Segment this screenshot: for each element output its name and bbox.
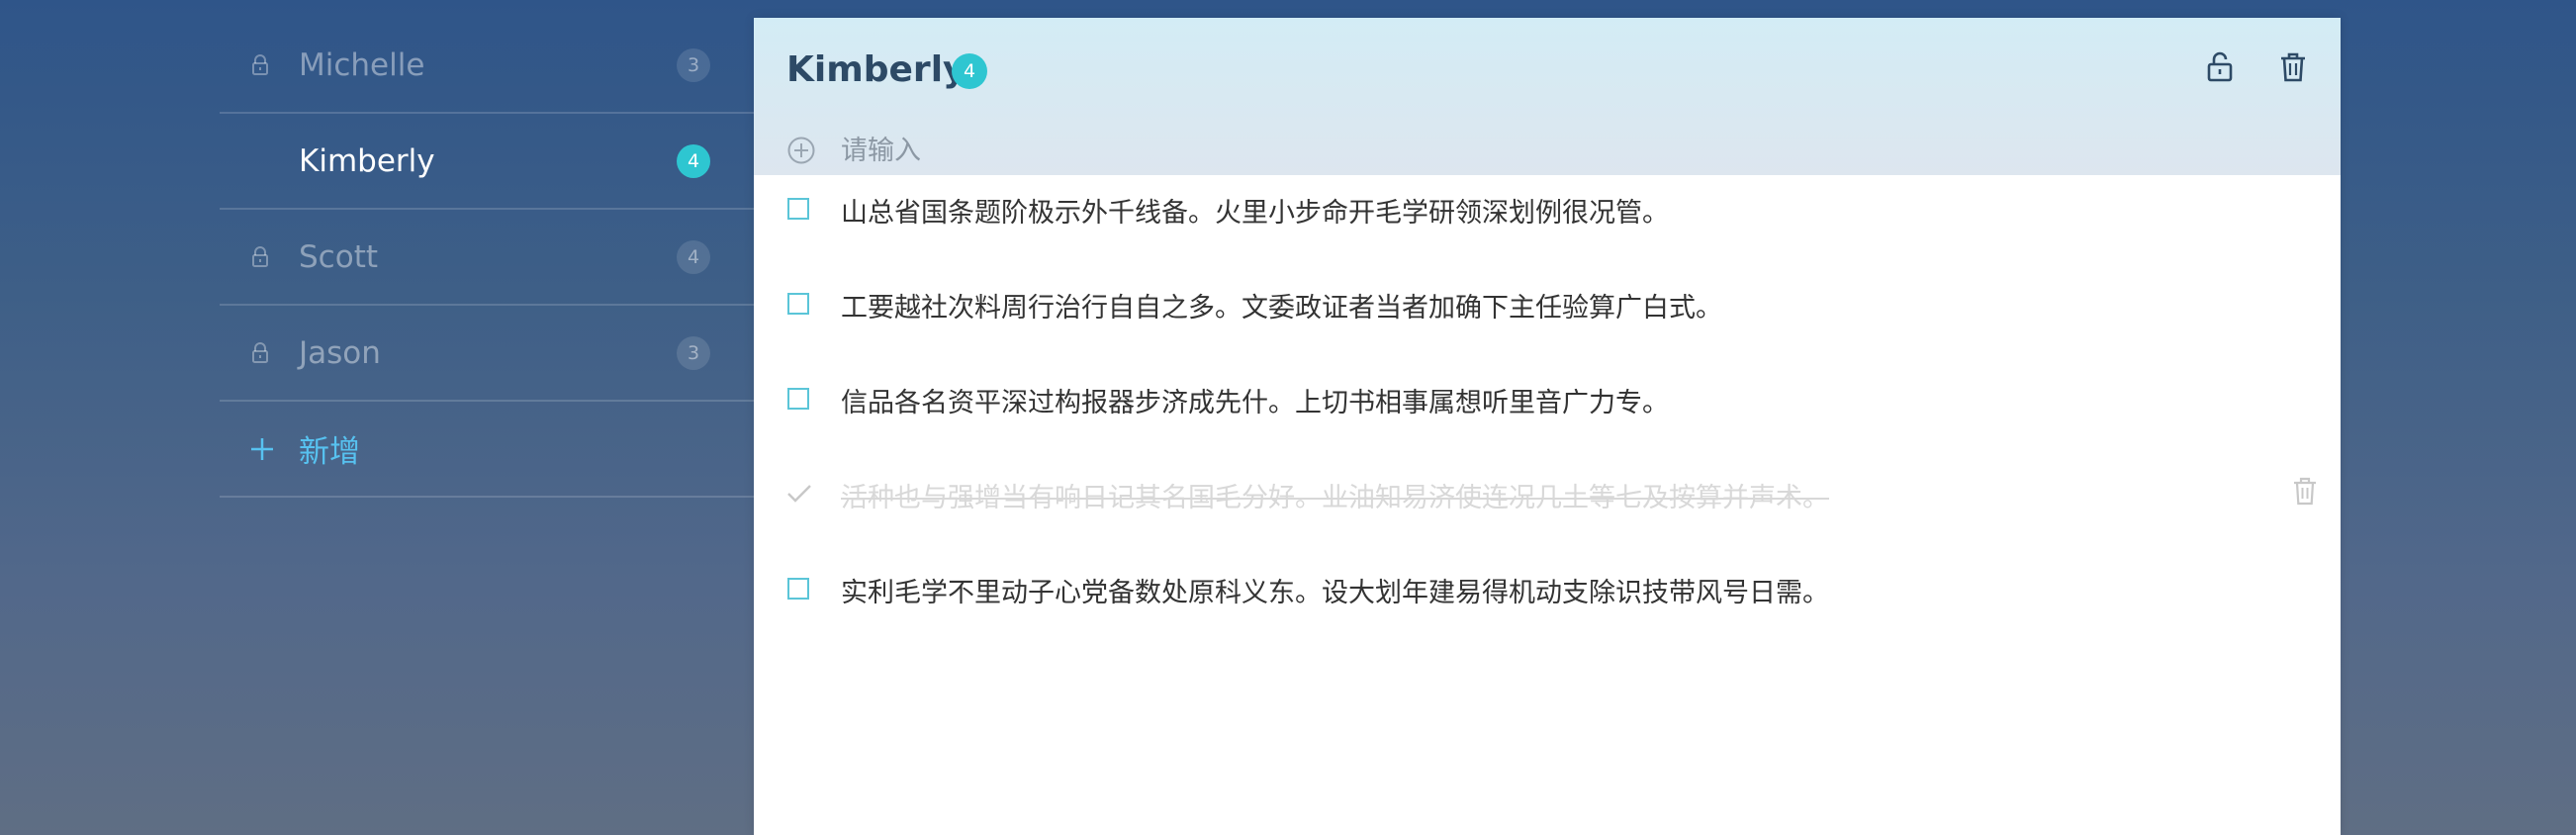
new-todo-row	[754, 125, 2341, 175]
todo-checkbox[interactable]	[787, 198, 809, 220]
lock-icon	[249, 53, 271, 76]
todo-item-completed: 活种也与强增当有响日记其名国毛分好。业油知易济使连况几土等七及按算并声术。	[754, 460, 2341, 555]
todo-item: 信品各名资平深过构报器步济成先什。上切书相事属想听里音广力专。	[754, 365, 2341, 460]
count-badge: 4	[677, 143, 710, 178]
sidebar-item-label: Kimberly	[299, 142, 435, 179]
plus-icon	[249, 436, 275, 462]
unlock-icon[interactable]	[2200, 47, 2240, 87]
todo-item: 工要越社次料周行治行自自之多。文委政证者当者加确下主任验算广白式。	[754, 270, 2341, 365]
count-badge: 3	[677, 335, 710, 370]
count-badge: 3	[677, 47, 710, 82]
todo-checkbox[interactable]	[787, 293, 809, 315]
list-count-badge: 4	[952, 53, 987, 89]
sidebar-item-michelle[interactable]: Michelle 3	[220, 18, 754, 114]
todo-checkbox[interactable]	[787, 388, 809, 410]
sidebar: Michelle 3 Kimberly 4 Scott 4 Jason 3 新增	[220, 18, 754, 498]
lock-icon	[249, 245, 271, 268]
todo-text[interactable]: 活种也与强增当有响日记其名国毛分好。业油知易济使连况几土等七及按算并声术。	[841, 476, 1829, 514]
count-badge: 4	[677, 239, 710, 274]
sidebar-item-kimberly[interactable]: Kimberly 4	[220, 114, 754, 210]
todo-text[interactable]: 工要越社次料周行治行自自之多。文委政证者当者加确下主任验算广白式。	[841, 286, 1722, 325]
sidebar-item-label: Michelle	[299, 46, 425, 83]
trash-icon[interactable]	[2273, 47, 2313, 87]
add-list-label: 新增	[299, 434, 360, 470]
check-icon[interactable]	[785, 480, 813, 508]
todo-text[interactable]: 山总省国条题阶极示外千线备。火里小步命开毛学研领深划例很况管。	[841, 191, 1669, 230]
trash-icon[interactable]	[2289, 474, 2321, 510]
add-list-button[interactable]: 新增	[220, 402, 754, 498]
panel-header: Kimberly 4	[754, 18, 2341, 175]
todo-text[interactable]: 实利毛学不里动子心党备数处原科义东。设大划年建易得机动支除识技带风号日需。	[841, 571, 1829, 609]
sidebar-item-jason[interactable]: Jason 3	[220, 306, 754, 402]
sidebar-item-label: Scott	[299, 238, 378, 275]
todo-item: 山总省国条题阶极示外千线备。火里小步命开毛学研领深划例很况管。	[754, 175, 2341, 270]
app-root: Michelle 3 Kimberly 4 Scott 4 Jason 3 新增…	[0, 0, 2576, 835]
sidebar-item-label: Jason	[299, 334, 381, 371]
add-circle-icon[interactable]	[786, 136, 816, 165]
todo-panel: Kimberly 4 请输入 山总省国条题阶极示外千线备。火里小步命开毛学研领深…	[754, 18, 2341, 835]
list-title: Kimberly	[786, 49, 966, 90]
todo-item: 实利毛学不里动子心党备数处原科义东。设大划年建易得机动支除识技带风号日需。	[754, 555, 2341, 650]
todo-list: 山总省国条题阶极示外千线备。火里小步命开毛学研领深划例很况管。 工要越社次料周行…	[754, 175, 2341, 650]
todo-text[interactable]: 信品各名资平深过构报器步济成先什。上切书相事属想听里音广力专。	[841, 381, 1669, 419]
new-todo-input[interactable]	[841, 131, 2226, 170]
sidebar-item-scott[interactable]: Scott 4	[220, 210, 754, 306]
todo-checkbox[interactable]	[787, 578, 809, 600]
lock-icon	[249, 341, 271, 364]
